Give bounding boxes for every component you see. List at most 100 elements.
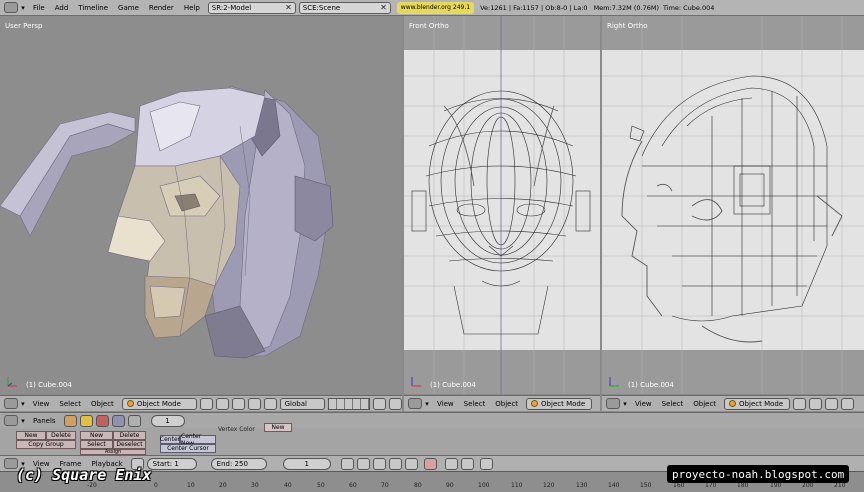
menu-game[interactable]: Game bbox=[113, 4, 144, 12]
front-ortho-viewport[interactable]: Front Ortho (1) Cube.004 bbox=[404, 16, 600, 394]
mode-selector[interactable]: Object Mode bbox=[526, 397, 593, 410]
ruler-tick: 50 bbox=[317, 482, 325, 489]
copy-group-button[interactable]: Copy Group bbox=[16, 440, 76, 449]
right-ortho-viewport[interactable]: Right Ortho (1) Cube.004 bbox=[602, 16, 864, 394]
group-new-button[interactable]: New bbox=[16, 431, 46, 440]
object-mode-icon bbox=[126, 400, 134, 407]
record-icon[interactable] bbox=[423, 457, 437, 470]
right-view-header: ▾ View Select Object Object Mode bbox=[602, 395, 864, 411]
front-wireframe bbox=[404, 16, 600, 394]
ruler-tick: 90 bbox=[446, 482, 454, 489]
transform-button[interactable] bbox=[841, 397, 855, 410]
vgroup-delete-button[interactable]: Delete bbox=[113, 431, 146, 440]
orientation-selector[interactable]: Global bbox=[279, 397, 326, 410]
play-icon[interactable] bbox=[372, 457, 386, 470]
vertex-color-new-button[interactable]: New bbox=[264, 423, 292, 432]
insert-key-icon[interactable] bbox=[460, 457, 474, 470]
collapse-arrow-icon[interactable]: ▾ bbox=[620, 400, 630, 408]
scene-name: SCE:Scene bbox=[302, 3, 341, 12]
pivot-button[interactable] bbox=[216, 397, 229, 410]
axis-gizmo-icon bbox=[609, 377, 619, 387]
mode-selector[interactable]: Object Mode bbox=[724, 397, 791, 410]
keying-set-icon[interactable] bbox=[444, 457, 458, 470]
window-type-button[interactable] bbox=[4, 398, 18, 409]
script-context-icon[interactable] bbox=[79, 414, 93, 427]
ruler-tick: 60 bbox=[349, 482, 357, 489]
ruler-tick: 210 bbox=[834, 482, 846, 489]
collapse-arrow-icon[interactable]: ▾ bbox=[18, 417, 28, 425]
vertex-color-label: Vertex Color bbox=[218, 426, 255, 433]
transform-mode-button[interactable] bbox=[263, 397, 277, 410]
ruler-tick: 20 bbox=[219, 482, 227, 489]
object-context-icon[interactable] bbox=[111, 414, 125, 427]
window-type-button[interactable] bbox=[4, 415, 18, 426]
ruler-tick: 100 bbox=[478, 482, 490, 489]
menu-add[interactable]: Add bbox=[50, 4, 74, 12]
ruler-tick: 170 bbox=[705, 482, 717, 489]
collapse-arrow-icon[interactable]: ▾ bbox=[18, 400, 28, 408]
menu-select[interactable]: Select bbox=[657, 400, 689, 408]
menu-file[interactable]: File bbox=[28, 4, 50, 12]
menu-object[interactable]: Object bbox=[86, 400, 119, 408]
menu-panels[interactable]: Panels bbox=[28, 417, 61, 425]
vgroup-deselect-button[interactable]: Deselect bbox=[113, 440, 146, 449]
ruler-tick: 80 bbox=[414, 482, 422, 489]
close-icon[interactable]: ✕ bbox=[285, 3, 292, 12]
menu-select[interactable]: Select bbox=[459, 400, 491, 408]
active-object-name: Cube.004 bbox=[683, 3, 715, 12]
window-type-button[interactable] bbox=[4, 2, 18, 13]
group-delete-button[interactable]: Delete bbox=[46, 431, 76, 440]
logic-context-icon[interactable] bbox=[63, 414, 77, 427]
viewport-label: Front Ortho bbox=[409, 22, 449, 30]
pivot-button[interactable] bbox=[809, 397, 823, 410]
screen-selector[interactable]: SR:2-Model ✕ bbox=[207, 1, 296, 14]
render-button[interactable] bbox=[389, 397, 403, 410]
draw-type-button[interactable] bbox=[200, 397, 214, 410]
manipulator-toggle[interactable] bbox=[825, 397, 839, 410]
editing-context-icon[interactable] bbox=[127, 414, 141, 427]
close-icon[interactable]: ✕ bbox=[380, 3, 387, 12]
center-new-button[interactable]: Center New bbox=[180, 433, 216, 447]
info-header: ▾ File Add Timeline Game Render Help SR:… bbox=[0, 0, 864, 16]
next-keyframe-icon[interactable] bbox=[388, 457, 402, 470]
menu-select[interactable]: Select bbox=[54, 400, 86, 408]
center-cursor-button[interactable]: Center Cursor bbox=[160, 444, 216, 453]
transform-button[interactable] bbox=[247, 397, 261, 410]
sync-icon[interactable] bbox=[479, 457, 493, 470]
menu-view[interactable]: View bbox=[630, 400, 657, 408]
vgroup-select-button[interactable]: Select bbox=[80, 440, 113, 449]
menu-view[interactable]: View bbox=[28, 400, 55, 408]
menu-render[interactable]: Render bbox=[144, 4, 179, 12]
vgroup-new-button[interactable]: New bbox=[80, 431, 113, 440]
scene-selector[interactable]: SCE:Scene ✕ bbox=[298, 1, 391, 14]
manipulator-toggle[interactable] bbox=[231, 397, 245, 410]
center-button[interactable]: Center bbox=[160, 435, 180, 444]
collapse-arrow-icon[interactable]: ▾ bbox=[422, 400, 432, 408]
menu-view[interactable]: View bbox=[432, 400, 459, 408]
viewport-label: Right Ortho bbox=[607, 22, 648, 30]
ruler-tick: 70 bbox=[381, 482, 389, 489]
ruler-tick: 40 bbox=[284, 482, 292, 489]
end-frame-field[interactable]: End: 250 bbox=[210, 457, 267, 470]
start-frame-field[interactable]: Start: 1 bbox=[146, 457, 197, 470]
menu-help[interactable]: Help bbox=[179, 4, 205, 12]
jump-end-icon[interactable] bbox=[404, 457, 418, 470]
window-type-button[interactable] bbox=[606, 398, 620, 409]
menu-timeline[interactable]: Timeline bbox=[73, 4, 113, 12]
draw-type-button[interactable] bbox=[793, 397, 807, 410]
shading-context-icon[interactable] bbox=[95, 414, 109, 427]
prev-keyframe-icon[interactable] bbox=[356, 457, 370, 470]
frame-field[interactable]: 1 bbox=[150, 414, 185, 427]
window-type-button[interactable] bbox=[408, 398, 422, 409]
jump-start-icon[interactable] bbox=[340, 457, 354, 470]
perspective-viewport[interactable]: User Persp (1) Cube.004 bbox=[0, 16, 402, 394]
menu-object[interactable]: Object bbox=[688, 400, 721, 408]
mode-selector[interactable]: Object Mode bbox=[121, 397, 198, 410]
lock-icon[interactable] bbox=[373, 397, 387, 410]
menu-object[interactable]: Object bbox=[490, 400, 523, 408]
collapse-arrow-icon[interactable]: ▾ bbox=[18, 4, 28, 12]
persp-view-header: ▾ View Select Object Object Mode Global bbox=[0, 395, 403, 411]
layer-buttons[interactable] bbox=[328, 397, 371, 410]
ruler-tick: 110 bbox=[511, 482, 523, 489]
current-frame-field[interactable]: 1 bbox=[282, 457, 331, 470]
